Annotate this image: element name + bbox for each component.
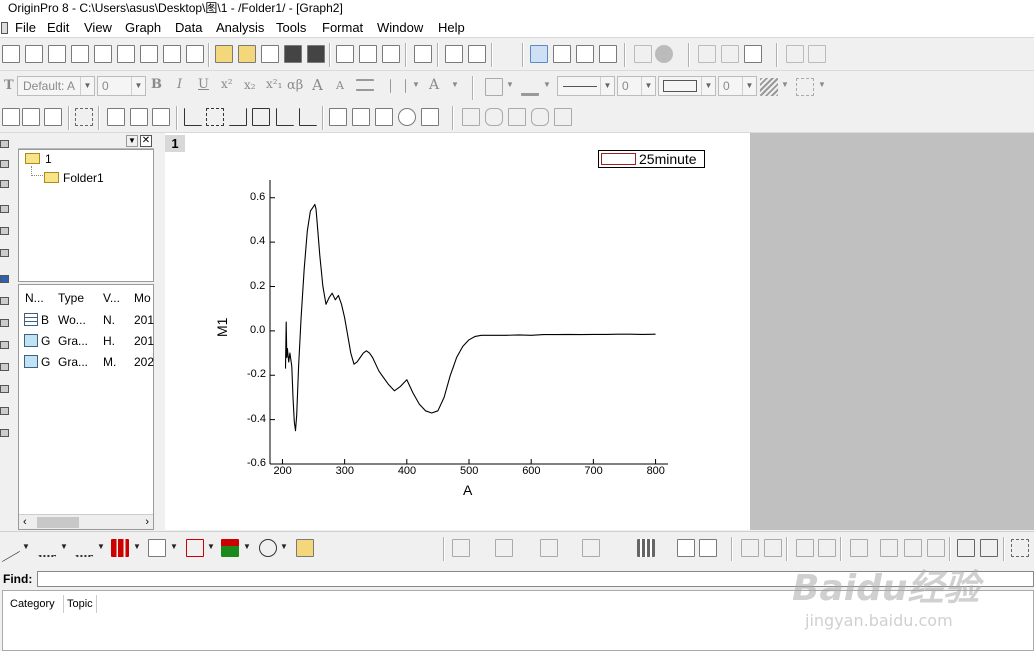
dropdown-arrow-icon[interactable]: ▼ — [22, 542, 30, 551]
profile-icon[interactable] — [699, 539, 717, 557]
x-tick-label[interactable]: 600 — [522, 465, 540, 477]
send-back-icon[interactable] — [980, 539, 998, 557]
toolbar-separator — [1003, 537, 1005, 561]
find-label: Find: — [3, 572, 33, 586]
legend-line-sample — [601, 153, 636, 165]
y-tick-label[interactable]: -0.4 — [247, 413, 266, 425]
polar-plot-icon[interactable] — [259, 539, 277, 557]
legend-label: 25minute — [639, 151, 697, 167]
line-plot-icon[interactable] — [2, 533, 20, 563]
statistics-plot-icon[interactable] — [186, 539, 204, 557]
dropdown-arrow-icon[interactable]: ▼ — [97, 542, 105, 551]
toolbar-separator — [731, 537, 733, 561]
distribute-v-icon[interactable] — [880, 539, 898, 557]
scatter-plot-icon[interactable] — [38, 539, 56, 557]
distribute-h-icon[interactable] — [850, 539, 868, 557]
3d-plot-icon[interactable] — [452, 539, 470, 557]
column-plot-icon[interactable] — [111, 539, 129, 557]
bring-front-icon[interactable] — [957, 539, 975, 557]
y-axis-title[interactable]: M1 — [214, 318, 230, 337]
toolbar-separator — [949, 537, 951, 561]
x-tick-label[interactable]: 500 — [460, 465, 478, 477]
x-tick-label[interactable]: 300 — [336, 465, 354, 477]
dropdown-arrow-icon[interactable]: ▼ — [207, 542, 215, 551]
series-line-1 — [284, 203, 656, 432]
surface-plot-icon[interactable] — [540, 539, 558, 557]
align-right-layers-icon[interactable] — [764, 539, 782, 557]
watermark-url: jingyan.baidu.com — [805, 611, 953, 630]
dropdown-arrow-icon[interactable]: ▼ — [60, 542, 68, 551]
legend[interactable]: 25minute — [598, 150, 705, 168]
y-tick-label[interactable]: -0.6 — [247, 457, 266, 469]
toolbar-separator — [840, 537, 842, 561]
contour-icon[interactable] — [637, 539, 655, 557]
dropdown-arrow-icon[interactable]: ▼ — [280, 542, 288, 551]
tab-topic[interactable]: Topic — [67, 598, 93, 610]
template-library-icon[interactable] — [296, 539, 314, 557]
wireframe-icon[interactable] — [582, 539, 600, 557]
x-tick-label[interactable]: 700 — [584, 465, 602, 477]
multi-curve-icon[interactable] — [148, 539, 166, 557]
line-symbol-icon[interactable] — [75, 539, 93, 557]
align-top-icon[interactable] — [796, 539, 814, 557]
tab-divider — [63, 595, 64, 613]
y-tick-label[interactable]: 0.6 — [250, 191, 265, 203]
x-axis-title[interactable]: A — [463, 482, 472, 498]
same-width-icon[interactable] — [904, 539, 922, 557]
y-tick-label[interactable]: 0.4 — [250, 235, 265, 247]
toolbar-separator — [443, 537, 445, 561]
y-tick-label[interactable]: 0.2 — [250, 280, 265, 292]
y-tick-label[interactable]: 0.0 — [250, 324, 265, 336]
align-bottom-icon[interactable] — [818, 539, 836, 557]
y-tick-label[interactable]: -0.2 — [247, 368, 266, 380]
x-tick-label[interactable]: 400 — [398, 465, 416, 477]
x-tick-label[interactable]: 200 — [273, 465, 291, 477]
watermark-brand: Baidu经验 — [792, 568, 980, 609]
dropdown-arrow-icon[interactable]: ▼ — [243, 542, 251, 551]
group-icon[interactable] — [1011, 539, 1029, 557]
tab-divider — [96, 595, 97, 613]
align-left-layers-icon[interactable] — [741, 539, 759, 557]
3d-bar-icon[interactable] — [495, 539, 513, 557]
same-height-icon[interactable] — [927, 539, 945, 557]
dropdown-arrow-icon[interactable]: ▼ — [170, 542, 178, 551]
area-plot-icon[interactable] — [221, 539, 239, 557]
tab-category[interactable]: Category — [10, 598, 55, 610]
x-tick-label[interactable]: 800 — [647, 465, 665, 477]
dropdown-arrow-icon[interactable]: ▼ — [133, 542, 141, 551]
image-plot-icon[interactable] — [677, 539, 695, 557]
toolbar-separator — [786, 537, 788, 561]
